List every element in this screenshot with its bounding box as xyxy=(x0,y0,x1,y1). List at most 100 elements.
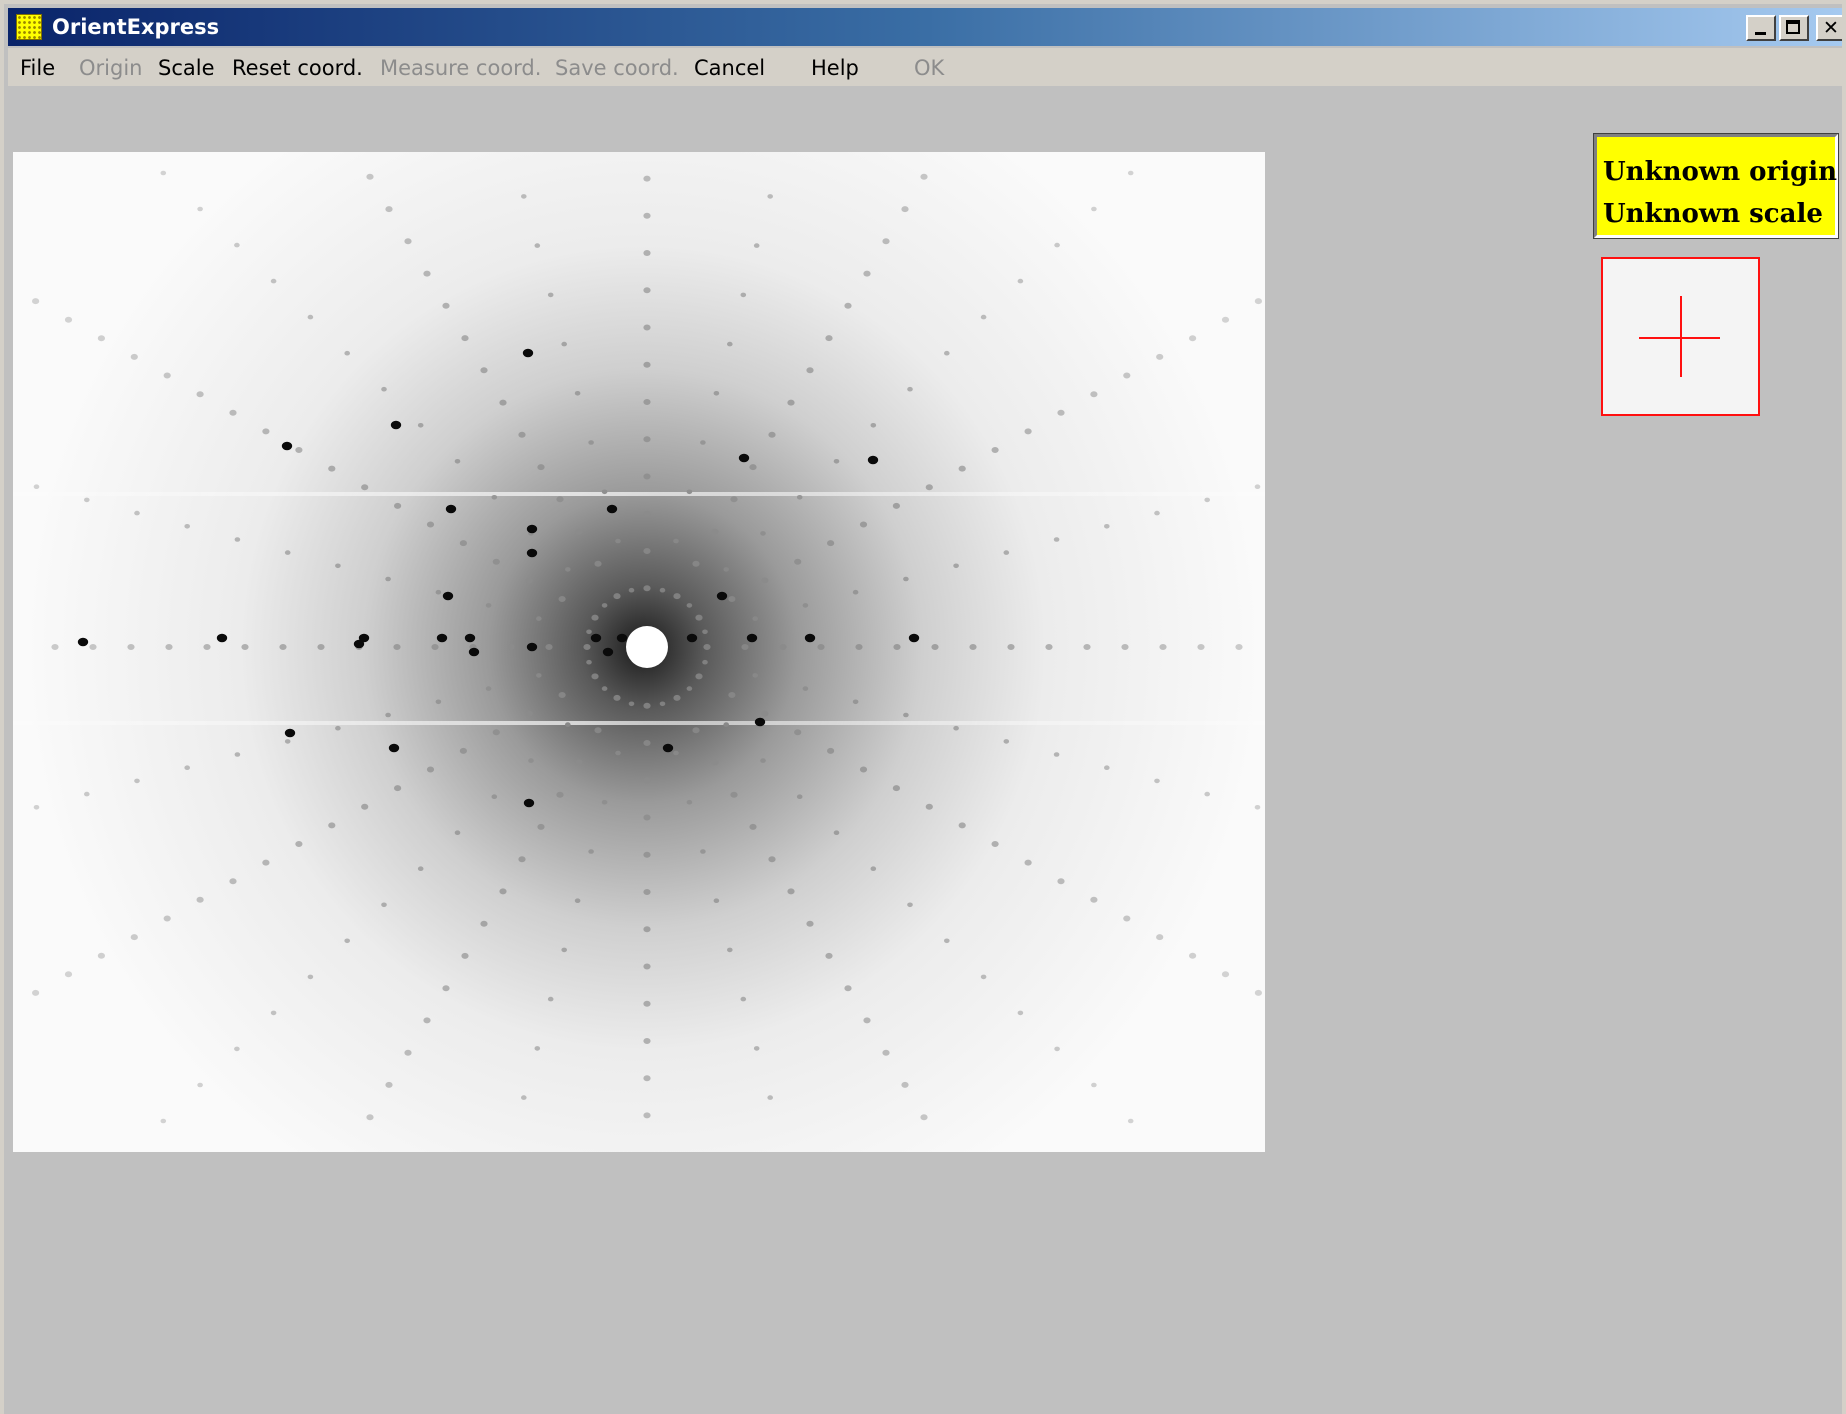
faint-spot xyxy=(1090,896,1098,903)
faint-spot xyxy=(454,459,461,464)
faint-spot xyxy=(32,298,40,305)
faint-spot xyxy=(1003,550,1010,555)
faint-spot xyxy=(344,350,351,356)
faint-spot xyxy=(643,361,651,368)
faint-spot xyxy=(127,644,135,650)
faint-spot xyxy=(944,938,950,944)
faint-spot xyxy=(806,367,814,374)
faint-spot xyxy=(184,524,190,529)
faint-spot xyxy=(417,423,424,428)
faint-spot xyxy=(485,603,492,608)
faint-spot xyxy=(134,510,140,516)
orientexpress-app-icon[interactable] xyxy=(16,14,42,40)
faint-spot xyxy=(723,567,729,572)
faint-spot xyxy=(855,644,863,650)
faint-spot xyxy=(385,576,391,582)
faint-spot xyxy=(426,521,435,528)
faint-spot xyxy=(643,777,651,784)
faint-spot xyxy=(825,335,833,342)
faint-spot xyxy=(1127,1118,1134,1124)
faint-spot xyxy=(130,353,138,360)
faint-spot xyxy=(586,659,592,665)
faint-spot xyxy=(673,750,679,756)
faint-spot xyxy=(435,589,442,595)
faint-spot xyxy=(1017,1010,1024,1016)
faint-spot xyxy=(686,489,693,495)
menu-origin[interactable]: Origin xyxy=(79,55,142,81)
faint-spot xyxy=(588,440,594,445)
faint-spot xyxy=(574,898,581,903)
faint-spot xyxy=(920,1114,928,1121)
faint-spot xyxy=(1189,952,1197,959)
faint-spot xyxy=(565,567,571,572)
faint-spot xyxy=(794,558,802,565)
faint-spot xyxy=(601,686,608,691)
faint-spot xyxy=(613,593,621,600)
faint-spot xyxy=(1123,372,1131,379)
faint-spot xyxy=(234,1046,240,1052)
faint-spot xyxy=(749,823,757,830)
faint-spot xyxy=(165,644,173,650)
beam-stop xyxy=(626,626,668,668)
faint-spot xyxy=(586,629,592,635)
faint-spot xyxy=(565,722,571,727)
title-bar[interactable]: OrientExpress ✕ xyxy=(8,8,1842,46)
orientexpress-window: OrientExpress ✕ File Origin Scale Reset … xyxy=(0,0,1846,1414)
faint-spot xyxy=(270,1010,277,1016)
menu-file[interactable]: File xyxy=(20,55,55,81)
faint-spot xyxy=(844,985,852,992)
faint-spot xyxy=(163,372,171,379)
minimize-button[interactable] xyxy=(1746,15,1776,41)
faint-spot xyxy=(459,540,467,547)
faint-spot xyxy=(643,436,651,443)
faint-spot xyxy=(796,794,803,799)
faint-spot xyxy=(459,747,467,754)
faint-spot xyxy=(901,206,909,213)
menu-cancel[interactable]: Cancel xyxy=(694,55,765,81)
laue-pattern-image[interactable] xyxy=(13,152,1265,1152)
close-icon: ✕ xyxy=(1823,17,1839,39)
strong-spot xyxy=(436,633,448,643)
close-button[interactable]: ✕ xyxy=(1816,15,1842,41)
faint-spot xyxy=(601,603,608,608)
menu-save-coord[interactable]: Save coord. xyxy=(555,55,679,81)
faint-spot xyxy=(870,866,877,871)
faint-spot xyxy=(491,794,498,799)
faint-spot xyxy=(920,173,928,180)
menu-measure-coord[interactable]: Measure coord. xyxy=(380,55,541,81)
strong-spot xyxy=(526,548,538,558)
faint-spot xyxy=(197,1082,203,1088)
faint-spot xyxy=(767,194,773,199)
faint-spot xyxy=(761,577,769,584)
strong-spot xyxy=(754,717,766,727)
faint-spot xyxy=(601,799,608,805)
maximize-button[interactable] xyxy=(1779,15,1809,41)
faint-spot xyxy=(591,673,599,680)
faint-spot xyxy=(613,694,621,701)
minimize-icon xyxy=(1755,32,1766,35)
menu-scale[interactable]: Scale xyxy=(158,55,215,81)
faint-spot xyxy=(366,173,374,180)
maximize-icon xyxy=(1786,20,1800,34)
faint-spot xyxy=(558,692,566,698)
faint-spot xyxy=(907,386,913,392)
faint-spot xyxy=(1003,739,1010,744)
crosshair-preview[interactable] xyxy=(1601,257,1760,416)
faint-spot xyxy=(528,758,534,763)
faint-spot xyxy=(163,915,171,922)
menu-reset-coord[interactable]: Reset coord. xyxy=(232,55,363,81)
faint-spot xyxy=(643,287,651,294)
faint-spot xyxy=(184,765,190,770)
menu-help[interactable]: Help xyxy=(811,55,859,81)
faint-spot xyxy=(534,243,541,248)
laue-pattern-svg[interactable] xyxy=(13,152,1265,1152)
faint-spot xyxy=(643,324,651,331)
faint-spot xyxy=(643,1038,651,1044)
faint-spot xyxy=(958,465,966,472)
faint-spot xyxy=(643,963,651,970)
faint-spot xyxy=(307,974,314,980)
strong-spot xyxy=(867,455,879,465)
faint-spot xyxy=(1024,428,1032,435)
menu-ok[interactable]: OK xyxy=(914,55,944,81)
faint-spot xyxy=(643,585,651,592)
